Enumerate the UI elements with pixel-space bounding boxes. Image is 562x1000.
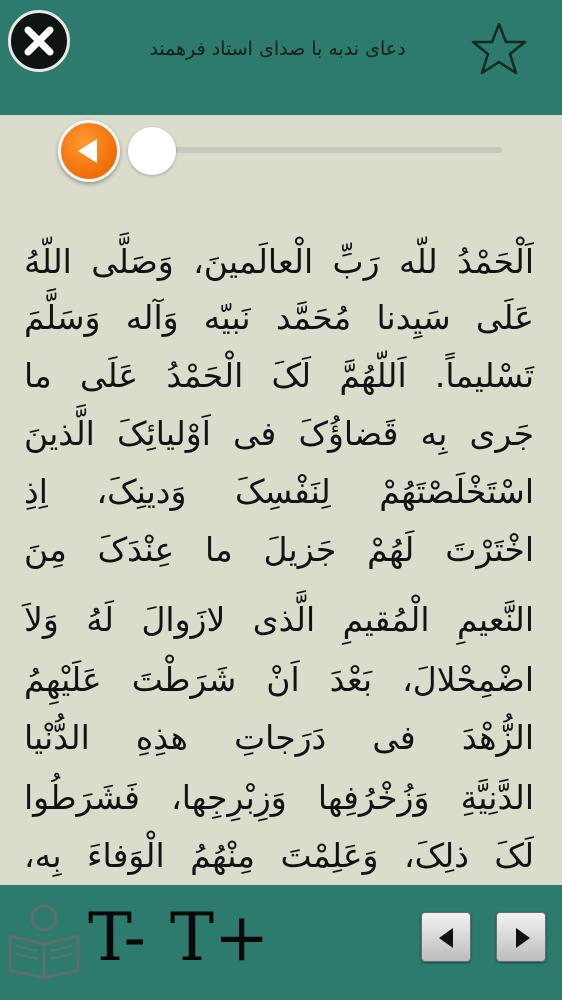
text-line: الدَّنِیَّةِ وَزُخْرُفِها وَزِبْرِجِها، …: [24, 778, 534, 817]
text-line: اخْتَرْتَ لَهُمْ جَزیلَ ما عِنْدَکَ مِنَ: [24, 530, 534, 569]
text-line: جَری بِه قَضاؤُکَ فی اَوْلیائِکَ الَّذین…: [24, 414, 534, 453]
play-back-icon: [78, 139, 97, 163]
close-icon: [24, 26, 54, 56]
bottom-bar: [0, 885, 562, 1000]
text-line: اسْتَخْلَصْتَهُمْ لِنَفْسِکَ وَدینِکَ، ا…: [24, 472, 534, 511]
text-line: عَلَی سَیِدنا مُحَمَّد نَبیّه وَآله وَسَ…: [24, 298, 534, 337]
reader-icon[interactable]: [4, 900, 84, 980]
text-line: تَسْلیماً. اَللّهُمَّ لَکَ الْحَمْدُ عَل…: [24, 356, 534, 395]
progress-track[interactable]: [150, 147, 502, 153]
play-button[interactable]: [58, 120, 120, 182]
text-line: النَّعیمِ الْمُقیمِ الَّذی لازَوالَ لَهُ…: [24, 600, 534, 639]
font-increase-button[interactable]: T+: [170, 905, 269, 971]
triangle-right-icon: [516, 928, 530, 948]
star-outline-icon[interactable]: [470, 20, 528, 78]
text-line: اضْمِحْلالَ، بَعْدَ اَنْ شَرَطْتَ عَلَیْ…: [24, 660, 534, 699]
previous-button[interactable]: [421, 912, 471, 962]
text-line: لَکَ ذلِکَ، وَعَلِمْتَ مِنْهُمُ الْوَفاء…: [24, 836, 534, 875]
page-title: دعای ندبه با صدای استاد فرهمند: [149, 38, 406, 60]
prayer-text: اَلْحَمْدُ للّه رَبِّ الْعالَمینَ، وَصَل…: [0, 230, 562, 880]
text-line: الزُّهْدَ فی دَرَجاتِ هذِهِ الدُّنْیا: [24, 718, 534, 757]
text-line: اَلْحَمْدُ للّه رَبِّ الْعالَمینَ، وَصَل…: [24, 242, 534, 281]
progress-thumb[interactable]: [128, 127, 176, 175]
triangle-left-icon: [439, 928, 453, 948]
next-button[interactable]: [496, 912, 546, 962]
close-button[interactable]: [8, 10, 70, 72]
font-decrease-button[interactable]: T-: [88, 905, 146, 971]
